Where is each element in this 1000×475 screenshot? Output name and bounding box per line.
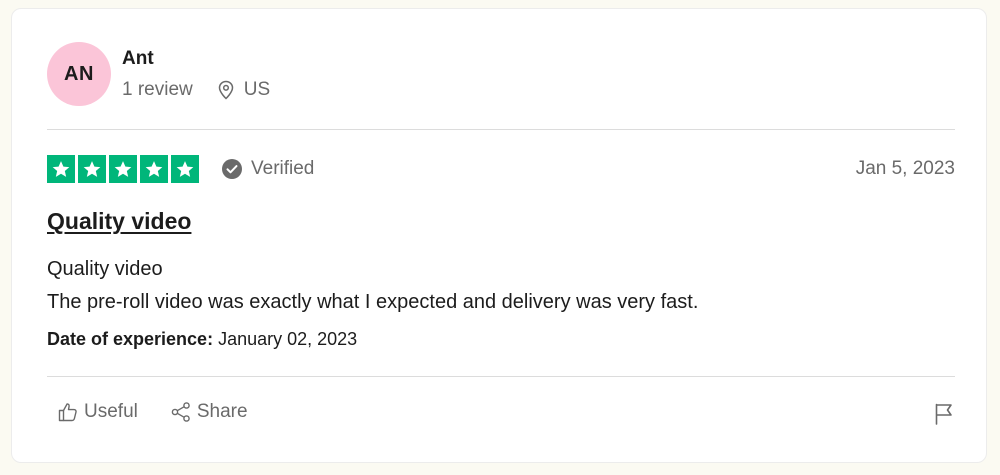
useful-button[interactable]: Useful — [57, 401, 138, 423]
review-body-line: The pre-roll video was exactly what I ex… — [47, 291, 699, 313]
reviewer-meta: 1 review US — [122, 79, 270, 101]
star-icon — [140, 155, 168, 183]
reviewer-location: US — [217, 79, 270, 101]
verified-badge[interactable]: Verified — [221, 158, 314, 180]
check-circle-icon — [222, 159, 242, 179]
review-date: Jan 5, 2023 — [855, 158, 955, 179]
review-count: 1 review — [122, 79, 193, 100]
reviewer-name[interactable]: Ant — [122, 48, 270, 70]
star-icon — [78, 155, 106, 183]
verified-label: Verified — [251, 158, 315, 179]
star-icon — [109, 155, 137, 183]
experience-date: January 02, 2023 — [218, 329, 358, 349]
share-label: Share — [196, 401, 248, 422]
review-body: Quality video The pre-roll video was exa… — [47, 253, 698, 319]
star-icon — [171, 155, 199, 183]
report-button[interactable] — [933, 402, 955, 431]
location-pin-icon — [218, 80, 234, 100]
review-actions: Useful Share — [57, 401, 280, 423]
share-button[interactable]: Share — [170, 401, 248, 423]
divider — [47, 376, 955, 377]
review-card: AN Ant 1 review US Verified Jan 5, 2023 … — [11, 8, 987, 463]
flag-icon — [935, 403, 952, 425]
star-icon — [47, 155, 75, 183]
experience-label: Date of experience: — [47, 329, 214, 349]
reviewer-header: AN Ant 1 review US — [47, 42, 270, 106]
divider — [47, 129, 955, 130]
review-title[interactable]: Quality video — [47, 208, 191, 235]
avatar[interactable]: AN — [47, 42, 111, 106]
share-icon — [171, 402, 190, 422]
reviewer-info: Ant 1 review US — [122, 48, 270, 101]
review-body-line: Quality video — [47, 258, 163, 280]
date-of-experience: Date of experience: January 02, 2023 — [47, 329, 357, 350]
star-rating — [47, 155, 199, 183]
useful-label: Useful — [84, 401, 138, 422]
country-label: US — [243, 79, 271, 100]
rating-row: Verified Jan 5, 2023 — [47, 154, 955, 184]
thumbs-up-icon — [58, 403, 77, 422]
